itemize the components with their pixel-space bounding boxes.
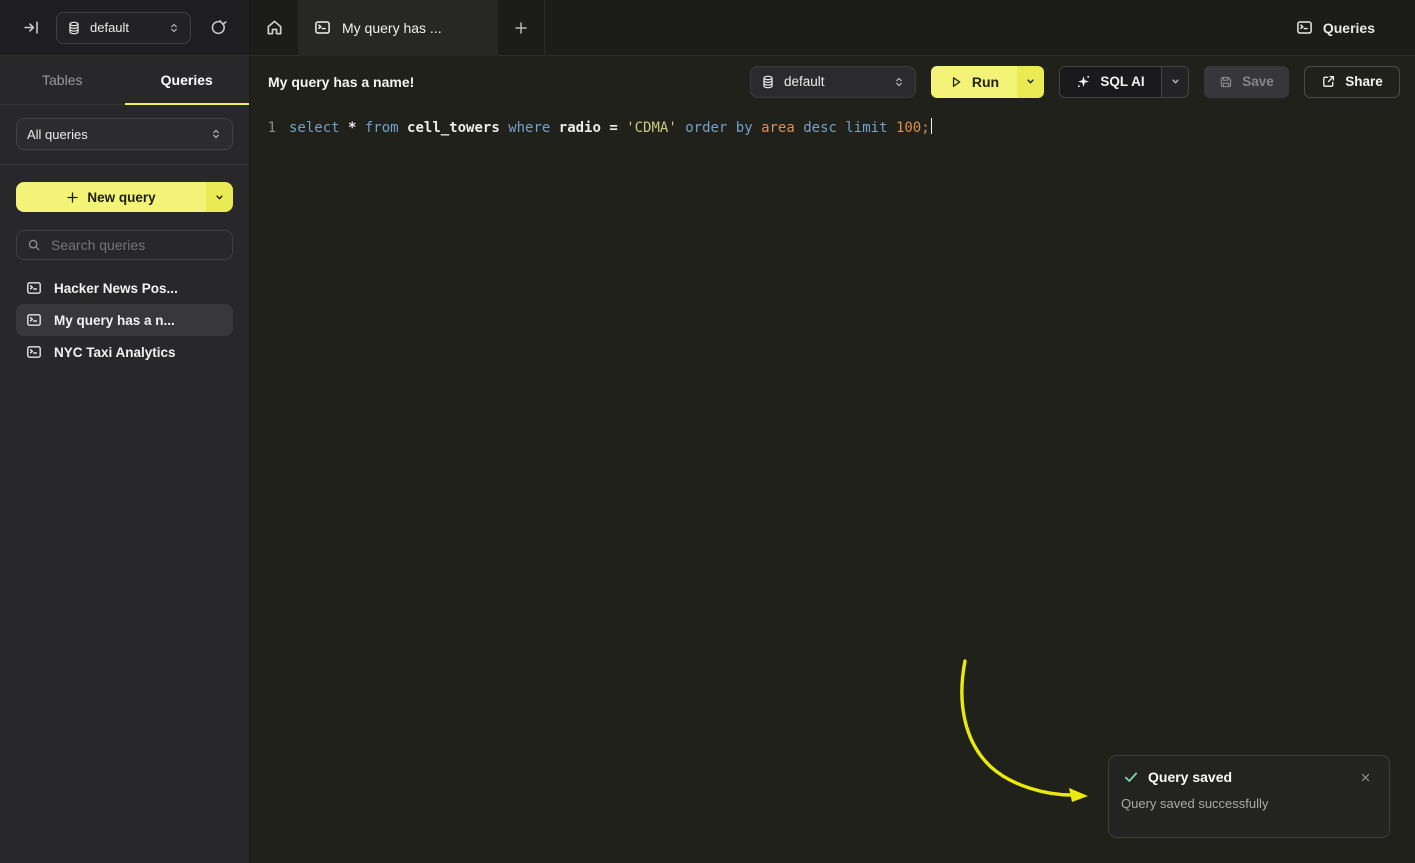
toast-title: Query saved xyxy=(1148,769,1351,785)
topbar-tabs-section: My query has ... Queries xyxy=(250,0,1415,55)
query-list-item[interactable]: NYC Taxi Analytics xyxy=(16,336,233,368)
search-input[interactable] xyxy=(49,236,222,254)
query-list-item-label: Hacker News Pos... xyxy=(54,281,178,296)
toast-close-button[interactable] xyxy=(1360,772,1371,783)
refresh-icon xyxy=(210,19,227,36)
collapse-sidebar-icon xyxy=(23,19,40,36)
line-number: 1 xyxy=(250,118,276,138)
sidebar-tabs: Tables Queries xyxy=(0,56,249,105)
new-tab-button[interactable] xyxy=(498,0,545,56)
database-icon xyxy=(761,75,775,89)
query-list-item-label: My query has a n... xyxy=(54,313,175,328)
collapse-sidebar-button[interactable] xyxy=(14,11,48,45)
new-query-dropdown[interactable] xyxy=(206,182,233,212)
terminal-icon xyxy=(26,280,42,296)
chevron-updown-icon xyxy=(210,128,222,140)
run-label: Run xyxy=(972,74,999,90)
chevron-updown-icon xyxy=(893,76,905,88)
run-database-selector[interactable]: default xyxy=(750,66,916,98)
search-icon xyxy=(27,238,41,252)
sidebar: Tables Queries All queries xyxy=(0,56,250,863)
save-button[interactable]: Save xyxy=(1204,66,1289,98)
run-button-main[interactable]: Run xyxy=(931,66,1017,98)
tab-label: My query has ... xyxy=(342,20,442,36)
share-label: Share xyxy=(1345,74,1383,89)
check-icon xyxy=(1123,769,1139,785)
topbar: default xyxy=(0,0,1415,56)
sidebar-body: New query xyxy=(0,165,249,385)
toolbar-actions: default Run xyxy=(750,66,1400,98)
save-label: Save xyxy=(1242,74,1274,89)
query-list-item[interactable]: Hacker News Pos... xyxy=(16,272,233,304)
topbar-sidebar-section: default xyxy=(0,0,250,55)
home-button[interactable] xyxy=(250,0,298,56)
refresh-button[interactable] xyxy=(201,11,235,45)
queries-panel-text: Queries xyxy=(1323,20,1375,36)
sql-ai-dropdown[interactable] xyxy=(1161,67,1188,97)
terminal-icon xyxy=(314,19,331,36)
toast-query-saved: Query saved Query saved successfully xyxy=(1108,755,1390,838)
query-filter-value: All queries xyxy=(27,127,201,142)
run-database-value: default xyxy=(784,74,884,89)
database-selector-value: default xyxy=(90,20,159,35)
terminal-icon xyxy=(26,344,42,360)
query-toolbar: My query has a name! default xyxy=(250,56,1415,107)
sql-code[interactable]: select * from cell_towers where radio = … xyxy=(289,120,930,136)
chevron-down-icon xyxy=(1170,76,1181,87)
query-list: Hacker News Pos... My query has a n... xyxy=(16,272,233,368)
share-icon xyxy=(1321,74,1336,89)
query-list-item-label: NYC Taxi Analytics xyxy=(54,345,176,360)
run-dropdown[interactable] xyxy=(1017,66,1044,98)
plus-icon xyxy=(513,20,529,36)
sql-editor[interactable]: 1 select * from cell_towers where radio … xyxy=(250,107,1415,863)
chevron-updown-icon xyxy=(168,22,180,34)
query-title: My query has a name! xyxy=(268,74,414,90)
share-button[interactable]: Share xyxy=(1304,66,1400,98)
text-cursor xyxy=(931,118,933,134)
home-icon xyxy=(265,18,284,37)
new-query-main[interactable]: New query xyxy=(16,182,206,212)
query-search[interactable] xyxy=(16,230,233,260)
sidebar-tab-queries[interactable]: Queries xyxy=(125,56,250,105)
query-list-item-selected[interactable]: My query has a n... xyxy=(16,304,233,336)
sql-ai-main[interactable]: SQL AI xyxy=(1060,67,1161,97)
new-query-button[interactable]: New query xyxy=(16,182,233,212)
main-panel: My query has a name! default xyxy=(250,56,1415,863)
tab-my-query[interactable]: My query has ... xyxy=(298,0,498,56)
new-query-label: New query xyxy=(87,190,155,205)
terminal-icon xyxy=(1296,19,1313,36)
sql-ai-label: SQL AI xyxy=(1100,74,1144,89)
code-line[interactable]: 1 select * from cell_towers where radio … xyxy=(250,118,1415,138)
query-filter-select[interactable]: All queries xyxy=(16,118,233,150)
save-icon xyxy=(1219,75,1233,89)
toast-message: Query saved successfully xyxy=(1121,796,1377,811)
chevron-down-icon xyxy=(1025,76,1036,87)
toast-header: Query saved xyxy=(1123,769,1377,785)
database-selector[interactable]: default xyxy=(56,12,191,44)
sidebar-filter-section: All queries xyxy=(0,105,249,165)
chevron-down-icon xyxy=(214,192,225,203)
terminal-icon xyxy=(26,312,42,328)
sidebar-tab-tables[interactable]: Tables xyxy=(0,56,125,105)
sql-ai-button[interactable]: SQL AI xyxy=(1059,66,1189,98)
database-icon xyxy=(67,21,81,35)
sparkle-icon xyxy=(1076,74,1091,89)
queries-panel-label: Queries xyxy=(1296,19,1415,36)
run-button[interactable]: Run xyxy=(931,66,1044,98)
play-icon xyxy=(949,75,963,89)
plus-icon xyxy=(66,191,79,204)
